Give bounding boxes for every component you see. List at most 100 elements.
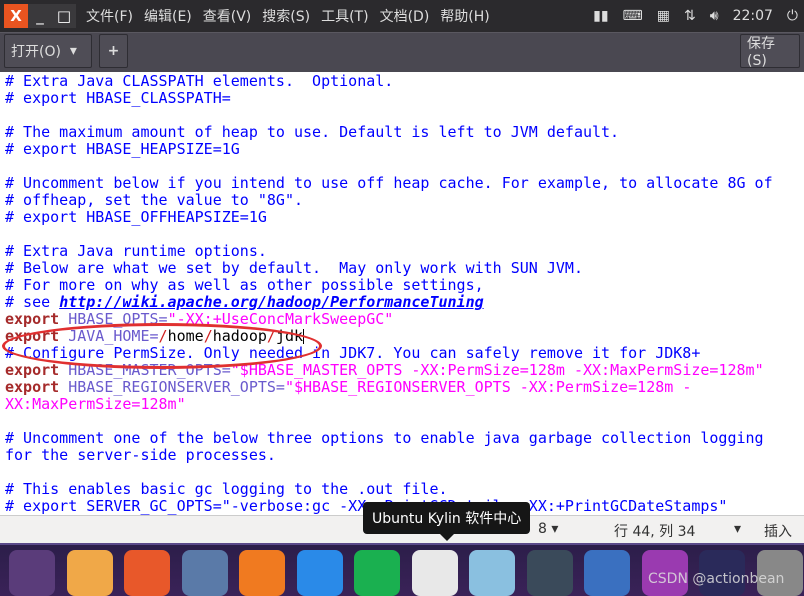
menu-item[interactable]: 工具(T): [321, 6, 368, 26]
network-icon[interactable]: ⇅: [684, 8, 696, 24]
code-token: # For more on why as well as other possi…: [5, 276, 484, 294]
minimize-button[interactable]: _: [28, 4, 52, 28]
menu-item[interactable]: 文件(F): [86, 6, 133, 26]
window-controls: X _ □: [4, 4, 76, 28]
tooltip: Ubuntu Kylin 软件中心: [363, 502, 531, 541]
code-line: # Uncomment one of the below three optio…: [0, 430, 804, 447]
kylin-software-center-icon[interactable]: [411, 550, 458, 596]
code-line: export HBASE_OPTS="-XX:+UseConcMarkSweep…: [0, 311, 804, 328]
code-line: # export HBASE_CLASSPATH=: [0, 90, 804, 107]
toolbar: 打开(O) ▾ + 保存(S): [0, 32, 804, 72]
power-icon[interactable]: ⏻: [787, 8, 798, 24]
code-line: # This enables basic gc logging to the .…: [0, 481, 804, 498]
code-line: # Uncomment below if you intend to use o…: [0, 175, 804, 192]
link[interactable]: http://wiki.apache.org/hadoop/Performanc…: [59, 293, 483, 311]
wps-writer-icon[interactable]: [296, 550, 343, 596]
code-token: # Configure PermSize. Only needed in JDK…: [5, 344, 701, 362]
mode-dropdown-icon[interactable]: ▾: [734, 521, 741, 537]
code-line: export HBASE_REGIONSERVER_OPTS="$HBASE_R…: [0, 379, 804, 396]
firefox-icon[interactable]: [124, 550, 170, 596]
code-token: "$HBASE_REGIONSERVER_OPTS -XX:PermSize=1…: [284, 378, 692, 396]
code-token: # Extra Java CLASSPATH elements. Optiona…: [5, 72, 394, 90]
wps-spreadsheet-icon[interactable]: [354, 550, 400, 596]
app-launcher-icon[interactable]: [584, 550, 630, 596]
code-line: # Configure PermSize. Only needed in JDK…: [0, 345, 804, 362]
code-line: # offheap, set the value to "8G".: [0, 192, 804, 209]
text-editor[interactable]: # Extra Java CLASSPATH elements. Optiona…: [0, 72, 804, 515]
open-button[interactable]: 打开(O) ▾: [4, 34, 92, 68]
menu-item[interactable]: 编辑(E): [144, 6, 192, 26]
code-token: JAVA_HOME=: [59, 327, 159, 345]
ubuntu-dash-icon[interactable]: [9, 550, 55, 596]
code-token: # Extra Java runtime options.: [5, 242, 267, 260]
volume-icon[interactable]: 🔊︎: [710, 8, 719, 24]
code-token: for the server-side processes.: [5, 446, 276, 464]
files-icon[interactable]: [66, 550, 113, 596]
save-button[interactable]: 保存(S): [740, 34, 800, 69]
code-line: # Below are what we set by default. May …: [0, 260, 804, 277]
code-token: # export HBASE_CLASSPATH=: [5, 89, 231, 107]
code-line: # For more on why as well as other possi…: [0, 277, 804, 294]
insert-mode[interactable]: 插入: [764, 521, 792, 541]
menu-item[interactable]: 文档(D): [380, 6, 430, 26]
top-panel: X _ □ 文件(F) 编辑(E) 查看(V) 搜索(S) 工具(T) 文档(D) 帮助(H…: [0, 0, 804, 32]
code-token: # offheap, set the value to "8G".: [5, 191, 304, 209]
code-token: export: [5, 378, 60, 396]
calendar-icon[interactable]: ▦: [657, 8, 670, 24]
close-button[interactable]: X: [4, 4, 28, 28]
keyboard-icon[interactable]: ⌨: [623, 8, 643, 24]
tab-width-selector[interactable]: 8 ▾: [538, 521, 558, 537]
code-line: # Extra Java CLASSPATH elements. Optiona…: [0, 73, 804, 90]
code-token: # Below are what we set by default. May …: [5, 259, 583, 277]
code-token: HBASE_OPTS=: [59, 310, 168, 328]
code-token: # export HBASE_HEAPSIZE=1G: [5, 140, 240, 158]
code-line: XX:MaxPermSize=128m": [0, 396, 804, 413]
chromium-icon[interactable]: [181, 550, 228, 596]
code-token: # export HBASE_OFFHEAPSIZE=1G: [5, 208, 267, 226]
code-line: # export HBASE_OFFHEAPSIZE=1G: [0, 209, 804, 226]
code-token: HBASE_MASTER_OPTS=: [59, 361, 231, 379]
text-cursor: [303, 329, 305, 344]
code-line: # The maximum amount of heap to use. Def…: [0, 124, 804, 141]
open-label: 打开(O): [11, 44, 61, 60]
code-token: /: [158, 327, 168, 345]
update-manager-icon[interactable]: [469, 550, 515, 596]
clock[interactable]: 22:07: [733, 8, 773, 24]
chevron-down-icon: ▾: [69, 43, 77, 59]
code-line: export HBASE_MASTER_OPTS="$HBASE_MASTER_…: [0, 362, 804, 379]
menu-bar: 文件(F) 编辑(E) 查看(V) 搜索(S) 工具(T) 文档(D) 帮助(H): [86, 6, 490, 26]
cursor-position: 行 44, 列 34: [614, 524, 696, 540]
code-line: # see http://wiki.apache.org/hadoop/Perf…: [0, 294, 804, 311]
code-token: # Uncomment below if you intend to use o…: [5, 174, 773, 192]
code-token: hadoop: [212, 327, 267, 345]
launcher-dock: [0, 543, 804, 596]
code-line: export JAVA_HOME=/home/hadoop/jdk: [0, 328, 804, 345]
menu-item[interactable]: 查看(V): [203, 6, 252, 26]
system-tray: ▮▮ ⌨ ▦ ⇅ 🔊︎ 22:07 ⏻: [593, 8, 804, 24]
code-token: XX:MaxPermSize=128m": [5, 395, 186, 413]
menu-item[interactable]: 帮助(H): [440, 6, 489, 26]
watermark: CSDN @actionbean: [648, 571, 785, 587]
input-method-icon[interactable]: ▮▮: [593, 8, 608, 24]
terminal-icon[interactable]: [526, 550, 573, 596]
maximize-button[interactable]: □: [52, 4, 76, 28]
new-tab-button[interactable]: +: [99, 34, 128, 68]
code-token: "$HBASE_MASTER_OPTS -XX:PermSize=128m -X…: [230, 361, 764, 379]
code-token: HBASE_REGIONSERVER_OPTS=: [59, 378, 285, 396]
code-token: export: [5, 327, 60, 345]
code-token: # This enables basic gc logging to the .…: [5, 480, 448, 498]
menu-item[interactable]: 搜索(S): [262, 6, 310, 26]
code-token: /: [203, 327, 213, 345]
code-line: # export HBASE_HEAPSIZE=1G: [0, 141, 804, 158]
wps-presentation-icon[interactable]: [239, 550, 285, 596]
code-line: for the server-side processes.: [0, 447, 804, 464]
code-token: # see: [5, 293, 60, 311]
code-line: # Extra Java runtime options.: [0, 243, 804, 260]
code-token: # The maximum amount of heap to use. Def…: [5, 123, 620, 141]
code-token: "-XX:+UseConcMarkSweepGC": [167, 310, 394, 328]
